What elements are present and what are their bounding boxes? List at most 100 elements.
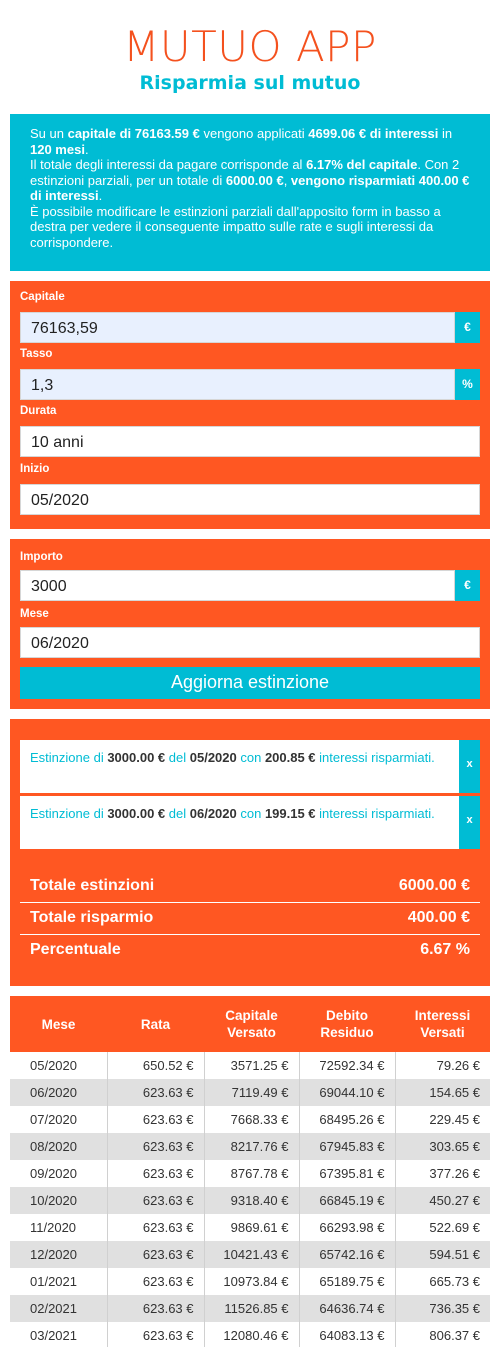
table-cell: 8767.78 € — [204, 1160, 300, 1187]
update-extinction-button[interactable]: Aggiorna estinzione — [20, 667, 480, 699]
inizio-label: Inizio — [20, 463, 50, 475]
percent-addon: % — [455, 369, 480, 400]
table-cell: 594.51 € — [429, 1247, 480, 1262]
table-cell: 806.37 € — [429, 1328, 480, 1343]
table-cell: 522.69 € — [429, 1220, 480, 1235]
table-cell: 02/2021 — [10, 1295, 108, 1322]
total-extinctions-value: 6000.00 € — [398, 877, 470, 894]
table-row: 02/2021 623.63 €11526.85 €64636.74 € 736.3… — [10, 1295, 490, 1322]
importo-input[interactable]: 3000 — [20, 570, 455, 601]
table-cell: 7119.49 € — [204, 1079, 300, 1106]
table-cell: 7668.33 € — [204, 1106, 300, 1133]
table-header-row: Mese Rata Capitale Versato Debito Residu… — [10, 996, 490, 1052]
table-row: 01/2021 623.63 €10973.84 €65189.75 € 665.7… — [10, 1268, 490, 1295]
table-cell: 65189.75 € — [299, 1268, 396, 1295]
loan-form: Capitale 76163,59 € Tasso 1,3 % Durata 1… — [10, 281, 490, 529]
tasso-input[interactable]: 1,3 — [20, 369, 455, 400]
table-cell: 12080.46 € — [204, 1322, 300, 1347]
table-cell: 12/2020 — [10, 1241, 108, 1268]
app-subtitle: Risparmia sul mutuo — [139, 72, 361, 94]
column-header: Rata — [107, 996, 204, 1052]
table-cell: 623.63 € — [107, 1106, 205, 1133]
durata-select[interactable]: 10 anni — [20, 426, 480, 457]
table-cell: 01/2021 — [10, 1268, 108, 1295]
table-cell: 66845.19 € — [299, 1187, 396, 1214]
total-savings-row: Totale risparmio 400.00 € — [20, 903, 480, 935]
table-cell: 623.63 € — [107, 1133, 205, 1160]
table-cell: 623.63 € — [107, 1241, 205, 1268]
table-cell: 11526.85 € — [204, 1295, 300, 1322]
table-cell: 66293.98 € — [299, 1214, 396, 1241]
table-cell: 3571.25 € — [204, 1052, 300, 1079]
capitale-input[interactable]: 76163,59 — [20, 312, 455, 343]
table-cell: 64083.13 € — [299, 1322, 396, 1347]
info-line-1: Su un capitale di 76163.59 € vengono app… — [30, 126, 453, 157]
euro-addon: € — [455, 570, 480, 601]
table-cell: 154.65 € — [429, 1085, 480, 1100]
table-cell: 67945.83 € — [299, 1133, 396, 1160]
table-row: 07/2020 623.63 €7668.33 €68495.26 € 229.45… — [10, 1106, 490, 1133]
table-cell: 623.63 € — [107, 1295, 205, 1322]
table-cell: 11/2020 — [10, 1214, 108, 1241]
table-cell: 08/2020 — [10, 1133, 108, 1160]
table-cell: 72592.34 € — [299, 1052, 396, 1079]
table-cell: 736.35 € — [429, 1301, 480, 1316]
extinction-form: Importo 3000 € Mese 06/2020 Aggiorna est… — [10, 539, 490, 709]
column-header: Capitale Versato — [204, 996, 299, 1052]
table-cell: 623.63 € — [107, 1268, 205, 1295]
table-cell: 623.63 € — [107, 1187, 205, 1214]
app-title: MUTUO APP — [123, 22, 377, 71]
table-cell: 623.63 € — [107, 1079, 205, 1106]
table-cell: 8217.76 € — [204, 1133, 300, 1160]
table-cell: 05/2020 — [10, 1052, 108, 1079]
table-row: 12/2020 623.63 €10421.43 €65742.16 € 594.5… — [10, 1241, 490, 1268]
info-line-3: È possibile modificare le estinzioni par… — [30, 203, 441, 250]
table-cell: 9318.40 € — [204, 1187, 300, 1214]
total-extinctions-row: Totale estinzioni 6000.00 € — [20, 871, 480, 903]
table-cell: 09/2020 — [10, 1160, 108, 1187]
extinctions-panel: Estinzione di 3000.00 € del 05/2020 con … — [10, 719, 490, 986]
table-cell: 10/2020 — [10, 1187, 108, 1214]
table-cell: 650.52 € — [107, 1052, 205, 1079]
table-cell: 10973.84 € — [204, 1268, 300, 1295]
table-cell: 303.65 € — [429, 1139, 480, 1154]
percentage-label: Percentuale — [30, 941, 121, 958]
capitale-label: Capitale — [20, 291, 65, 303]
remove-extinction-button[interactable]: x — [459, 796, 480, 849]
table-cell: 79.26 € — [436, 1058, 480, 1073]
total-extinctions-label: Totale estinzioni — [30, 877, 155, 894]
table-row: 08/2020 623.63 €8217.76 €67945.83 € 303.65… — [10, 1133, 490, 1160]
table-cell: 64636.74 € — [299, 1295, 396, 1322]
percentage-row: Percentuale 6.67 % — [20, 935, 480, 967]
table-body: 05/2020 650.52 €3571.25 €72592.34 € 79.26 … — [10, 1052, 490, 1347]
table-cell: 07/2020 — [10, 1106, 108, 1133]
table-cell: 623.63 € — [107, 1322, 205, 1347]
table-cell: 65742.16 € — [299, 1241, 396, 1268]
column-header: Debito Residuo — [299, 996, 395, 1052]
table-cell: 67395.81 € — [299, 1160, 396, 1187]
percentage-value: 6.67 % — [420, 941, 470, 958]
amortization-table: Mese Rata Capitale Versato Debito Residu… — [10, 996, 490, 1347]
table-cell: 623.63 € — [107, 1160, 205, 1187]
table-cell: 69044.10 € — [299, 1079, 396, 1106]
table-cell: 10421.43 € — [204, 1241, 300, 1268]
mese-input[interactable]: 06/2020 — [20, 627, 480, 658]
mese-label: Mese — [20, 608, 49, 620]
table-row: 03/2021 623.63 €12080.46 €64083.13 € 806.3… — [10, 1322, 490, 1347]
table-cell: 450.27 € — [429, 1193, 480, 1208]
column-header: Mese — [10, 996, 107, 1052]
inizio-input[interactable]: 05/2020 — [20, 484, 480, 515]
info-box: Su un capitale di 76163.59 € vengono app… — [10, 114, 490, 271]
extinction-item: Estinzione di 3000.00 € del 06/2020 con … — [20, 796, 459, 849]
table-row: 05/2020 650.52 €3571.25 €72592.34 € 79.26 … — [10, 1052, 490, 1079]
table-cell: 623.63 € — [107, 1214, 205, 1241]
table-cell: 377.26 € — [429, 1166, 480, 1181]
table-cell: 229.45 € — [429, 1112, 480, 1127]
table-row: 06/2020 623.63 €7119.49 €69044.10 € 154.65… — [10, 1079, 490, 1106]
table-cell: 9869.61 € — [204, 1214, 300, 1241]
table-cell: 03/2021 — [10, 1322, 108, 1347]
euro-addon: € — [455, 312, 480, 343]
extinction-item: Estinzione di 3000.00 € del 05/2020 con … — [20, 740, 459, 793]
table-cell: 68495.26 € — [299, 1106, 396, 1133]
remove-extinction-button[interactable]: x — [459, 740, 480, 793]
